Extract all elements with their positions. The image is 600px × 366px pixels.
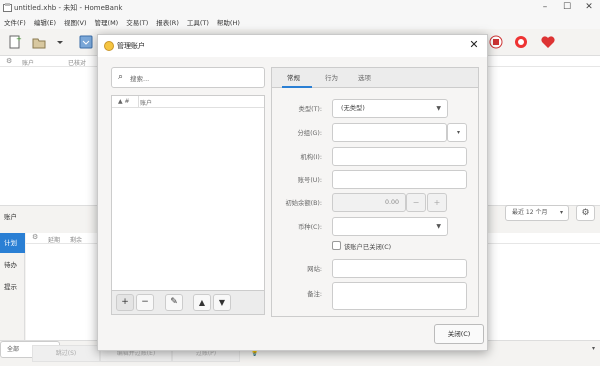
chevron-down-icon: ▼	[436, 105, 441, 112]
heart-icon[interactable]	[540, 34, 556, 50]
lifebuoy-icon[interactable]	[513, 34, 529, 50]
add-account-button[interactable]: +	[116, 294, 134, 311]
period-value: 最近 12 个月	[512, 209, 548, 216]
piggy-bank-icon	[104, 41, 114, 51]
menu-edit[interactable]: 编辑(E)	[34, 17, 56, 27]
menu-bar: 文件(F) 编辑(E) 视图(V) 管理(M) 交易(T) 报表(R) 工具(T…	[0, 15, 600, 29]
move-up-icon[interactable]: ▲	[193, 294, 211, 311]
new-file-icon[interactable]: +	[7, 34, 23, 50]
account-column-header[interactable]: 账户	[140, 98, 152, 107]
chevron-down-icon: ▾	[591, 345, 595, 352]
closed-checkbox[interactable]	[332, 241, 341, 250]
tab-general[interactable]: 常规	[287, 72, 300, 82]
menu-tools[interactable]: 工具(T)	[187, 17, 209, 27]
settings-small-icon: ⚙	[32, 233, 39, 241]
currency-combo[interactable]: ▼	[332, 217, 448, 236]
website-entry[interactable]	[332, 259, 467, 278]
tab-behavior[interactable]: 行为	[325, 72, 338, 82]
type-label: 类型(T):	[298, 106, 322, 113]
decrement-button[interactable]: −	[406, 193, 426, 212]
menu-help[interactable]: 帮助(H)	[217, 17, 240, 27]
menu-file[interactable]: 文件(F)	[4, 17, 26, 27]
side-tabs: 计划 待办 提示	[0, 233, 25, 340]
notes-textarea[interactable]	[332, 282, 467, 310]
edit-pencil-icon[interactable]: ✎	[165, 294, 183, 311]
minimize-button[interactable]: –	[534, 0, 556, 15]
number-label: 账号(U):	[297, 177, 322, 184]
recent-dropdown-icon[interactable]	[55, 34, 65, 50]
maximize-button[interactable]: ☐	[556, 0, 578, 15]
remove-account-button[interactable]: −	[136, 294, 154, 311]
account-section-label: 账户	[4, 213, 17, 221]
active-tab-indicator	[282, 86, 312, 88]
gear-icon[interactable]: ⚙	[576, 205, 595, 221]
currency-label: 币种(C):	[297, 224, 322, 231]
properties-tabs: 常规 行为 选项	[272, 68, 478, 88]
tab-todo[interactable]: 待办	[0, 255, 25, 275]
col-balance: 剩余	[70, 237, 83, 244]
window-title: untitled.xhb - 未知 - HomeBank	[14, 3, 123, 12]
tab-options[interactable]: 选项	[358, 72, 371, 82]
account-list-toolbar: + − ✎ ▲ ▼	[111, 291, 265, 315]
menu-transaction[interactable]: 交易(T)	[126, 17, 148, 27]
group-dropdown-button[interactable]: ▾	[447, 123, 467, 142]
chevron-down-icon: ▾	[456, 129, 460, 136]
window-close-button[interactable]: ✕	[578, 0, 600, 15]
skip-button[interactable]: 跳过(S)	[32, 345, 100, 362]
tab-scheduled[interactable]: 计划	[0, 233, 25, 253]
account-list[interactable]: ▲ # 账户	[111, 95, 265, 291]
search-placeholder: 搜索...	[130, 75, 150, 83]
chevron-down-icon: ▼	[436, 223, 441, 230]
menu-manage[interactable]: 管理(M)	[95, 17, 119, 27]
chevron-down-icon: ▾	[559, 209, 563, 216]
tab-tips[interactable]: 提示	[0, 277, 25, 297]
initial-balance-label: 初始余额(B):	[285, 200, 322, 207]
number-entry[interactable]	[332, 170, 467, 189]
svg-text:+: +	[16, 35, 22, 43]
col-reconciled: 已核对	[68, 60, 87, 67]
open-folder-icon[interactable]	[31, 34, 47, 50]
dialog-close-icon[interactable]: ✕	[467, 38, 481, 52]
tool-icon-a[interactable]	[488, 34, 504, 50]
main-titlebar: untitled.xhb - 未知 - HomeBank – ☐ ✕	[0, 0, 600, 15]
type-value: (无类型)	[341, 105, 365, 112]
move-down-icon[interactable]: ▼	[213, 294, 231, 311]
period-combo[interactable]: 最近 12 个月 ▾	[505, 205, 569, 221]
increment-button[interactable]: +	[427, 193, 447, 212]
search-input[interactable]: ⌕ 搜索...	[111, 67, 265, 88]
institution-entry[interactable]	[332, 147, 467, 166]
manage-accounts-dialog: 管理账户 ✕ ⌕ 搜索... ▲ # 账户 + − ✎ ▲ ▼ 常规 行为 选项…	[97, 34, 488, 351]
dialog-titlebar: 管理账户 ✕	[98, 35, 487, 57]
closed-checkbox-label: 该账户已关闭(C)	[344, 244, 392, 251]
col-late: 延期	[48, 237, 61, 244]
account-properties-panel: 常规 行为 选项 类型(T): (无类型) ▼ 分组(G): ▾ 机构(I): …	[271, 67, 479, 317]
website-label: 网站:	[307, 266, 322, 273]
homebank-app-icon	[3, 3, 12, 12]
type-combo[interactable]: (无类型) ▼	[332, 99, 448, 118]
filter-value: 全部	[7, 346, 20, 353]
group-label: 分组(G):	[297, 130, 322, 137]
col-account: 账户	[22, 60, 35, 67]
notes-label: 备注:	[307, 291, 322, 298]
initial-balance-entry[interactable]: 0.00	[332, 193, 406, 212]
sort-column-header[interactable]: ▲ #	[118, 98, 130, 105]
account-list-header: ▲ # 账户	[112, 96, 264, 108]
group-entry[interactable]	[332, 123, 447, 142]
institution-label: 机构(I):	[300, 154, 323, 161]
settings-small-icon: ⚙	[6, 57, 13, 65]
save-icon[interactable]	[78, 34, 94, 50]
menu-view[interactable]: 视图(V)	[64, 17, 87, 27]
dialog-title: 管理账户	[117, 42, 145, 50]
search-icon: ⌕	[118, 72, 124, 82]
close-button[interactable]: 关闭(C)	[434, 324, 484, 344]
column-divider	[138, 96, 139, 107]
menu-report[interactable]: 报表(R)	[156, 17, 179, 27]
